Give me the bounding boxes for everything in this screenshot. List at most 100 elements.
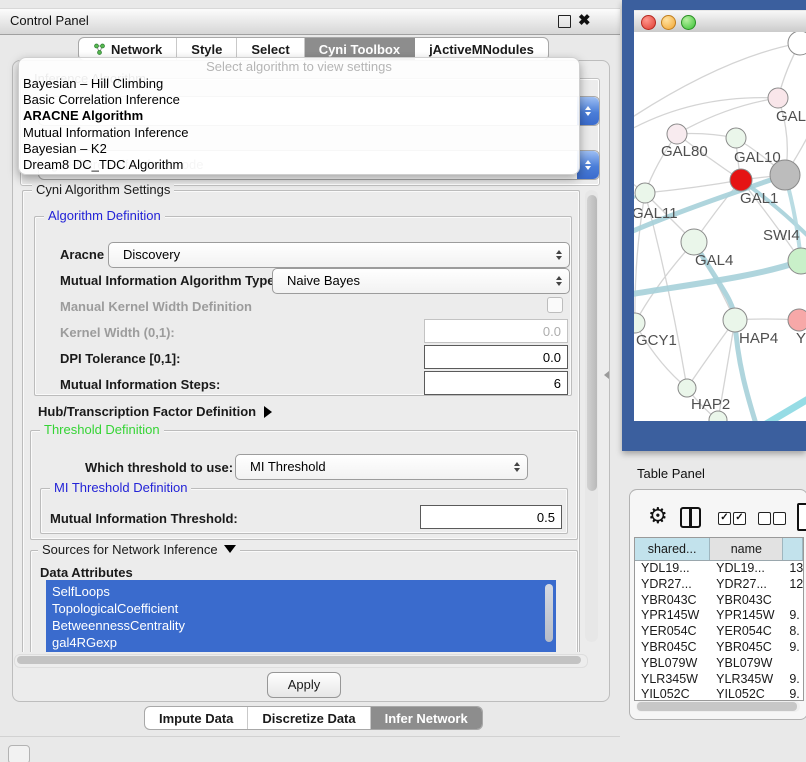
table-cell: YLR345W bbox=[710, 672, 783, 688]
data-attributes-list[interactable]: SelfLoopsTopologicalCoefficientBetweenne… bbox=[46, 580, 556, 652]
threshold-definition-title: Threshold Definition bbox=[40, 422, 164, 437]
checked-checkbox-icon[interactable]: ✓ bbox=[733, 512, 746, 525]
table-cell: YDR27... bbox=[635, 577, 710, 593]
manual-kernel-checkbox[interactable] bbox=[547, 297, 563, 313]
network-node[interactable] bbox=[678, 379, 696, 397]
network-node[interactable] bbox=[788, 248, 806, 274]
mi-steps-field[interactable]: 6 bbox=[424, 371, 568, 395]
kernel-width-field[interactable]: 0.0 bbox=[424, 319, 568, 343]
control-panel-titlebar bbox=[0, 8, 620, 35]
float-window-icon[interactable] bbox=[558, 15, 571, 28]
network-node-label[interactable]: GAL1 bbox=[740, 190, 778, 207]
network-node[interactable] bbox=[667, 124, 687, 144]
unchecked-checkbox-icon[interactable] bbox=[758, 512, 771, 525]
app-screen: Control Panel ✖ NetworkStyleSelectCyni T… bbox=[0, 0, 806, 762]
table-cell: 9. bbox=[783, 640, 803, 656]
dropdown-item[interactable]: Bayesian – K2 bbox=[19, 141, 579, 157]
attribute-list-item[interactable]: BetweennessCentrality bbox=[46, 617, 556, 634]
table-panel-title: Table Panel bbox=[637, 466, 705, 481]
apply-button[interactable]: Apply bbox=[267, 672, 341, 698]
column-header-shared-[interactable]: shared... bbox=[635, 538, 710, 560]
dropdown-item[interactable]: Basic Correlation Inference bbox=[19, 92, 579, 108]
column-header-name[interactable]: name bbox=[710, 538, 783, 560]
table-row[interactable]: YBL079WYBL079W bbox=[635, 656, 803, 672]
network-node[interactable] bbox=[788, 32, 806, 55]
table-cell: YER054C bbox=[635, 624, 710, 640]
table-row[interactable]: YPR145WYPR145W9. bbox=[635, 608, 803, 624]
close-traffic-light-icon[interactable] bbox=[641, 15, 656, 30]
which-threshold-label: Which threshold to use: bbox=[85, 460, 233, 475]
splitter-handle-icon[interactable] bbox=[604, 371, 609, 379]
manual-kernel-label: Manual Kernel Width Definition bbox=[60, 299, 252, 314]
settings-scroll-viewport: Cyni Algorithm Settings Algorithm Defini… bbox=[14, 178, 600, 652]
table-hscrollbar[interactable] bbox=[636, 701, 800, 712]
unchecked-checkbox-icon[interactable] bbox=[773, 512, 786, 525]
network-node[interactable] bbox=[730, 169, 752, 191]
zoom-traffic-light-icon[interactable] bbox=[681, 15, 696, 30]
list-scrollbar[interactable] bbox=[545, 584, 553, 642]
attribute-list-item[interactable]: gal4RGexp bbox=[46, 634, 556, 651]
table-row[interactable]: YBR045CYBR045C9. bbox=[635, 640, 803, 656]
attribute-list-item[interactable]: SelfLoops bbox=[46, 583, 556, 600]
network-node[interactable] bbox=[634, 313, 645, 333]
tab-label: Style bbox=[191, 42, 222, 57]
mi-threshold-field[interactable]: 0.5 bbox=[420, 505, 562, 529]
network-node[interactable] bbox=[770, 160, 800, 190]
new-document-icon[interactable] bbox=[797, 503, 806, 531]
table-row[interactable]: YIL052CYIL052C9. bbox=[635, 687, 803, 701]
corner-button[interactable] bbox=[8, 745, 30, 762]
close-icon[interactable]: ✖ bbox=[578, 11, 591, 29]
tab-infer-network[interactable]: Infer Network bbox=[371, 707, 482, 729]
network-node-label[interactable]: GAL4 bbox=[695, 252, 733, 269]
combobox-stepper-icon[interactable] bbox=[577, 97, 599, 125]
aracne-mode-combobox[interactable]: Discovery bbox=[108, 242, 570, 268]
network-node[interactable] bbox=[788, 309, 806, 331]
settings-hscrollbar[interactable] bbox=[14, 654, 588, 668]
checked-checkbox-icon[interactable]: ✓ bbox=[718, 512, 731, 525]
attribute-list-item[interactable]: TopologicalCoefficient bbox=[46, 600, 556, 617]
column-header-extra[interactable] bbox=[783, 538, 803, 560]
network-canvas[interactable]: GAL GAL80 GAL10 GAL1 GAL11 SWI4 GAL4 GCY1 HAP4 Y H… bbox=[634, 32, 806, 421]
which-threshold-combobox[interactable]: MI Threshold bbox=[235, 454, 528, 480]
hub-definition-expander[interactable]: Hub/Transcription Factor Definition bbox=[38, 404, 272, 419]
node-table[interactable]: shared...name YDL19...YDL19...13YDR27...… bbox=[634, 537, 804, 701]
network-node-label[interactable]: GAL bbox=[776, 108, 806, 125]
table-cell: 9. bbox=[783, 672, 803, 688]
table-cell: YDR27... bbox=[710, 577, 783, 593]
network-node[interactable] bbox=[635, 183, 655, 203]
network-node-label[interactable]: GAL10 bbox=[734, 149, 781, 166]
minimize-traffic-light-icon[interactable] bbox=[661, 15, 676, 30]
network-node-label[interactable]: GAL80 bbox=[661, 143, 708, 160]
network-node[interactable] bbox=[726, 128, 746, 148]
network-window-titlebar[interactable] bbox=[634, 10, 806, 34]
tab-label: Cyni Toolbox bbox=[319, 42, 400, 57]
network-node-label[interactable]: Y bbox=[796, 330, 806, 347]
dropdown-item[interactable]: Bayesian – Hill Climbing bbox=[19, 76, 579, 92]
dropdown-item[interactable]: ARACNE Algorithm bbox=[19, 108, 579, 124]
sources-group-expander[interactable]: Sources for Network Inference bbox=[38, 542, 240, 557]
dpi-tolerance-field[interactable]: 0.0 bbox=[424, 345, 568, 369]
mi-threshold-label: Mutual Information Threshold: bbox=[50, 511, 238, 526]
network-node-label[interactable]: GAL11 bbox=[634, 205, 678, 222]
table-row[interactable]: YDL19...YDL19...13 bbox=[635, 561, 803, 577]
combobox-stepper-icon[interactable] bbox=[577, 151, 599, 179]
network-node-label[interactable]: HAP4 bbox=[739, 330, 778, 347]
network-node[interactable] bbox=[723, 308, 747, 332]
network-node-label[interactable]: HAP2 bbox=[691, 396, 730, 413]
table-row[interactable]: YER054CYER054C8. bbox=[635, 624, 803, 640]
network-node[interactable] bbox=[768, 88, 788, 108]
columns-icon[interactable] bbox=[680, 507, 701, 528]
network-node-label[interactable]: GCY1 bbox=[636, 332, 677, 349]
dropdown-item[interactable]: Mutual Information Inference bbox=[19, 125, 579, 141]
table-row[interactable]: YBR043CYBR043C bbox=[635, 593, 803, 609]
tab-impute-data[interactable]: Impute Data bbox=[145, 707, 248, 729]
settings-scrollbar[interactable] bbox=[585, 190, 598, 642]
mi-type-combobox[interactable]: Naive Bayes bbox=[272, 268, 570, 294]
table-row[interactable]: YLR345WYLR345W9. bbox=[635, 672, 803, 688]
gear-icon[interactable]: ⚙ bbox=[648, 503, 668, 529]
table-row[interactable]: YDR27...YDR27...12 bbox=[635, 577, 803, 593]
dropdown-item[interactable]: Dream8 DC_TDC Algorithm bbox=[19, 157, 579, 173]
network-node-label[interactable]: SWI4 bbox=[763, 227, 800, 244]
tab-discretize-data[interactable]: Discretize Data bbox=[248, 707, 370, 729]
tab-label: Network bbox=[111, 42, 162, 57]
